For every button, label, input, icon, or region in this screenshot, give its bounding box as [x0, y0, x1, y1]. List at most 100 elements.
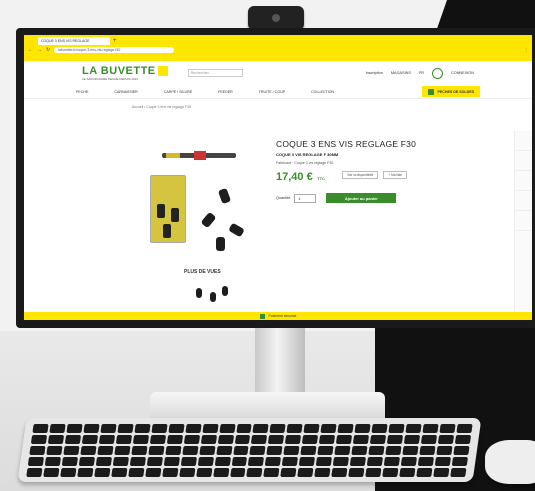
keyboard-key: [450, 468, 467, 477]
stock-button[interactable]: Voir la disponibilité: [341, 171, 379, 179]
price-suffix: TTC: [317, 176, 325, 181]
keyboard-key: [185, 424, 202, 433]
reload-icon[interactable]: ↻: [46, 47, 50, 53]
keyboard-key: [299, 457, 316, 466]
header-link-language[interactable]: FR: [419, 71, 424, 75]
menu-item[interactable]: COLLECTION: [311, 90, 334, 94]
keyboard-key: [212, 468, 230, 477]
thumbnail-image[interactable]: [192, 282, 236, 306]
keyboard-key: [27, 457, 44, 466]
keyboard-key: [144, 468, 162, 477]
keyboard-key: [61, 457, 78, 466]
keyboard-key: [263, 468, 280, 477]
menu-item[interactable]: PECHE: [76, 90, 88, 94]
keyboard-key: [235, 424, 253, 433]
breadcrumb[interactable]: Accueil / Coque 3 ens vis reglage F30: [24, 99, 532, 115]
price-row: 17,40 € TTC Voir la disponibilité + Ma l…: [276, 167, 456, 185]
keyboard-key: [319, 435, 336, 444]
logo-name: LA BUVETTE: [82, 65, 168, 77]
back-icon[interactable]: ←: [28, 47, 33, 53]
keyboard-key: [98, 435, 115, 444]
keyboard-key: [111, 468, 128, 477]
keyboard-key: [195, 468, 213, 477]
menu-item[interactable]: FEEDER: [218, 90, 233, 94]
thumb-piece: [210, 292, 216, 302]
product-gallery: PLUS DE VUES: [132, 139, 262, 302]
menu-item[interactable]: TRUITE / COUP: [259, 90, 285, 94]
keyboard-key: [399, 468, 416, 477]
search-input[interactable]: Rechercher...: [187, 69, 243, 77]
keyboard-key: [405, 424, 422, 433]
keyboard-key: [400, 457, 418, 466]
keyboard-key: [77, 468, 94, 477]
keyboard-key: [81, 435, 98, 444]
keyboard-key: [100, 424, 117, 433]
keyboard-key: [365, 468, 382, 477]
sales-button[interactable]: PECHES DE SOLDES: [422, 86, 480, 97]
promo-banner: [24, 54, 532, 61]
cart-icon[interactable]: [432, 67, 443, 79]
keyboard-key: [200, 435, 217, 444]
header-link-stores[interactable]: MAGASINS: [391, 71, 411, 75]
keyboard-key: [60, 468, 77, 477]
site-logo[interactable]: LA BUVETTE LE SAVOIR-FAIRE PECHE DEPUIS …: [82, 65, 168, 81]
keyboard-key: [387, 435, 404, 444]
keyboard-key: [26, 468, 43, 477]
keyboard-key: [370, 435, 387, 444]
new-tab-button[interactable]: +: [113, 37, 117, 45]
right-rail: [514, 131, 532, 311]
product-title: COQUE 3 ENS VIS REGLAGE F30: [276, 139, 417, 149]
keyboard-key: [265, 457, 282, 466]
add-to-cart-button[interactable]: Ajouter au panier: [326, 193, 397, 203]
header-link-login[interactable]: CONNEXION: [451, 71, 474, 75]
rail-item[interactable]: [515, 211, 532, 231]
rail-item[interactable]: [515, 131, 532, 151]
keyboard-key: [32, 424, 49, 433]
sales-icon: [428, 88, 435, 95]
blister-pack-image[interactable]: [150, 175, 186, 243]
keyboard-key: [403, 435, 421, 444]
rail-item[interactable]: [515, 151, 532, 171]
keyboard-key: [44, 457, 61, 466]
keyboard-key: [249, 446, 267, 455]
keyboard-key: [337, 424, 354, 433]
keyboard-key: [320, 424, 337, 433]
keyboard-key: [300, 446, 317, 455]
thumb-piece: [222, 286, 228, 296]
keyboard-key: [218, 424, 236, 433]
quantity-label: Quantité: [276, 196, 291, 200]
keyboard-key: [30, 435, 48, 444]
keyboard-key: [417, 457, 435, 466]
keyboard-key: [354, 424, 371, 433]
keyboard-key: [439, 424, 456, 433]
keyboard-key: [456, 424, 473, 433]
quantity-input[interactable]: 1: [294, 193, 317, 203]
rail-item[interactable]: [515, 171, 532, 191]
browser-menu-icon[interactable]: ⋮: [524, 47, 528, 52]
browser-tab[interactable]: COQUE 3 ENS VIS REGLAGE: [38, 37, 110, 45]
logo-tagline: LE SAVOIR-FAIRE PECHE DEPUIS 1914: [82, 76, 138, 81]
url-bar[interactable]: labuvette.fr/coque-3-ens-vis-reglage-f30: [54, 46, 175, 53]
keyboard-key: [436, 446, 453, 455]
monitor-screen: COQUE 3 ENS VIS REGLAGE + ← → ↻ labuvett…: [24, 35, 532, 320]
blister-part: [157, 204, 165, 218]
keyboard-key: [420, 435, 438, 444]
keyboard-key: [383, 457, 401, 466]
keyboard-key: [266, 446, 283, 455]
blister-part: [163, 224, 171, 238]
rail-item[interactable]: [515, 191, 532, 211]
wishlist-button[interactable]: + Ma liste: [383, 171, 408, 179]
keyboard-key: [132, 435, 149, 444]
webcam: [248, 6, 304, 30]
header-link-signup[interactable]: Inscription: [366, 71, 383, 75]
keyboard-key: [181, 446, 199, 455]
keyboard-key: [336, 435, 353, 444]
forward-icon[interactable]: →: [37, 47, 42, 53]
keyboard-key: [112, 457, 129, 466]
menu-item[interactable]: CARNASSIER: [114, 90, 137, 94]
keyboard-key: [149, 435, 166, 444]
footer-text: Paiement sécurisé: [268, 314, 297, 318]
menu-item[interactable]: CARPE / SILURE: [164, 90, 192, 94]
keyboard-key: [46, 446, 63, 455]
keyboard-key: [314, 468, 331, 477]
